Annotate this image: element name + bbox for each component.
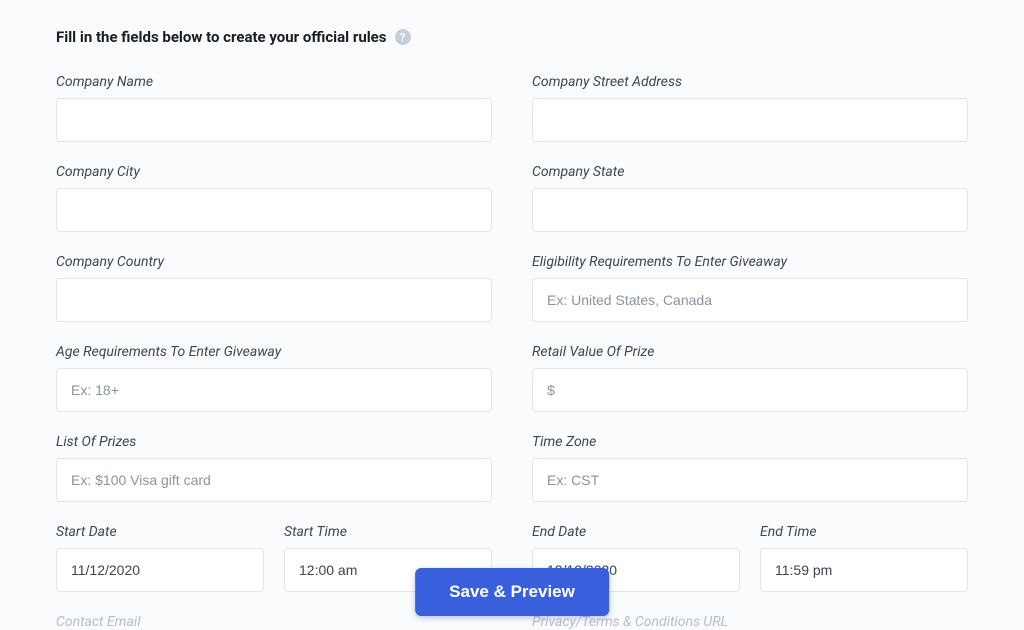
page-title: Fill in the fields below to create your … — [56, 28, 387, 46]
company-country-input[interactable] — [56, 278, 492, 322]
company-city-input[interactable] — [56, 188, 492, 232]
end-time-input[interactable] — [760, 548, 968, 592]
contact-email-label: Contact Email — [56, 614, 492, 630]
age-req-label: Age Requirements To Enter Giveaway — [56, 344, 492, 360]
prizes-label: List Of Prizes — [56, 434, 492, 450]
age-req-input[interactable] — [56, 368, 492, 412]
eligibility-label: Eligibility Requirements To Enter Giveaw… — [532, 254, 968, 270]
start-date-label: Start Date — [56, 524, 264, 540]
timezone-label: Time Zone — [532, 434, 968, 450]
company-city-label: Company City — [56, 164, 492, 180]
form-header: Fill in the fields below to create your … — [56, 28, 968, 46]
company-country-label: Company Country — [56, 254, 492, 270]
help-icon[interactable]: ? — [395, 29, 411, 45]
company-street-input[interactable] — [532, 98, 968, 142]
company-state-input[interactable] — [532, 188, 968, 232]
timezone-input[interactable] — [532, 458, 968, 502]
company-name-label: Company Name — [56, 74, 492, 90]
start-time-label: Start Time — [284, 524, 492, 540]
privacy-url-label: Privacy/Terms & Conditions URL — [532, 614, 968, 630]
eligibility-input[interactable] — [532, 278, 968, 322]
company-street-label: Company Street Address — [532, 74, 968, 90]
company-state-label: Company State — [532, 164, 968, 180]
retail-value-input[interactable] — [532, 368, 968, 412]
retail-value-label: Retail Value Of Prize — [532, 344, 968, 360]
company-name-input[interactable] — [56, 98, 492, 142]
start-date-input[interactable] — [56, 548, 264, 592]
form-container: Fill in the fields below to create your … — [0, 0, 1024, 630]
save-preview-button[interactable]: Save & Preview — [415, 568, 609, 616]
end-time-label: End Time — [760, 524, 968, 540]
end-date-label: End Date — [532, 524, 740, 540]
prizes-input[interactable] — [56, 458, 492, 502]
